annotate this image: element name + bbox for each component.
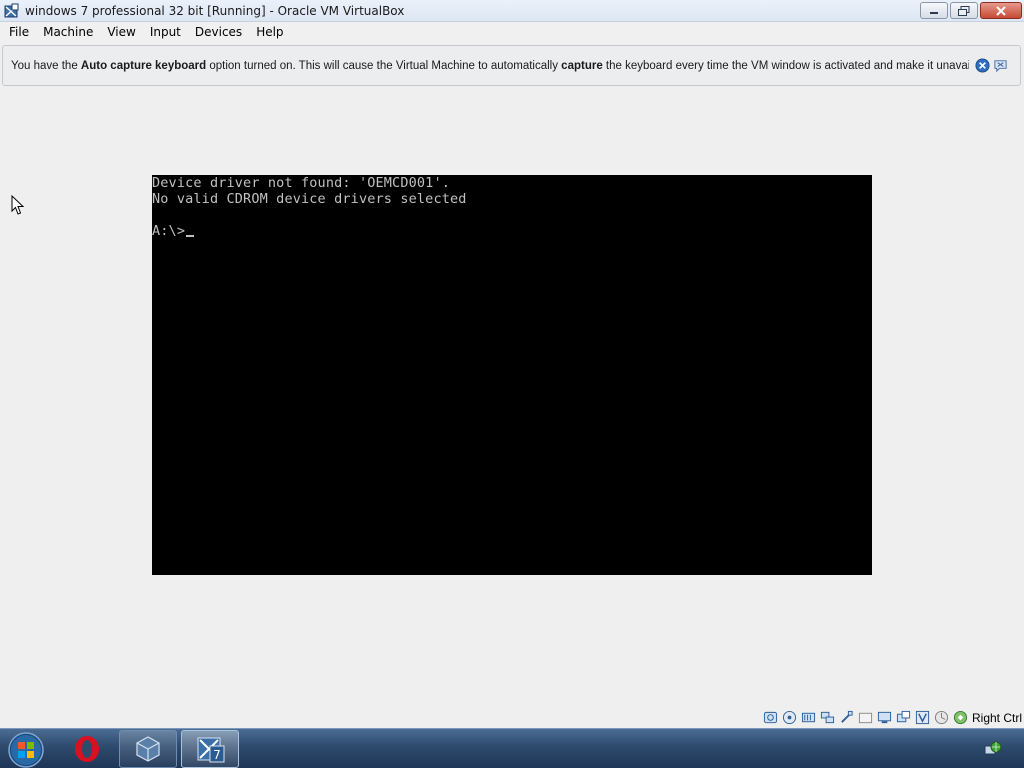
windows7-vm-icon: 7 (197, 737, 225, 763)
menu-devices[interactable]: Devices (188, 22, 249, 43)
auto-capture-notification: You have the Auto capture keyboard optio… (2, 45, 1021, 86)
console-prompt: A:\> (152, 223, 186, 239)
text-cursor (186, 235, 195, 237)
menu-bar: File Machine View Input Devices Help (0, 22, 1024, 43)
virtualbox-icon (136, 736, 160, 762)
menu-file[interactable]: File (2, 22, 36, 43)
mouse-pointer-icon (11, 195, 25, 215)
svg-text:7: 7 (213, 748, 221, 762)
vm-status-bar: Right Ctrl (0, 707, 1024, 728)
console-line: No valid CDROM device drivers selected (152, 191, 467, 207)
minimize-icon (930, 11, 938, 14)
taskbar-opera[interactable] (58, 730, 116, 768)
usb-icon[interactable] (839, 710, 854, 725)
keyboard-capture-icon[interactable] (953, 710, 968, 725)
menu-input[interactable]: Input (143, 22, 188, 43)
windows-start-orb-icon[interactable] (7, 731, 45, 768)
close-circle-icon[interactable] (975, 58, 990, 73)
console-prompt-line: A:\> (152, 223, 872, 239)
optical-drive-icon[interactable] (782, 710, 797, 725)
menu-machine[interactable]: Machine (36, 22, 100, 43)
shared-folders-icon[interactable] (858, 710, 873, 725)
menu-view[interactable]: View (100, 22, 142, 43)
virtualbox-icon[interactable] (3, 3, 19, 19)
console-line: Device driver not found: 'OEMCD001'. (152, 175, 450, 191)
audio-icon[interactable] (801, 710, 816, 725)
restore-button[interactable] (950, 2, 978, 19)
window-title: windows 7 professional 32 bit [Running] … (25, 3, 405, 18)
notification-text: You have the Auto capture keyboard optio… (11, 59, 969, 72)
title-bar: windows 7 professional 32 bit [Running] … (0, 0, 1024, 22)
virtualization-icon[interactable] (915, 710, 930, 725)
video-capture-icon[interactable] (896, 710, 911, 725)
taskbar-windows7-vm[interactable]: 7 (181, 730, 239, 768)
minimize-button[interactable] (920, 2, 948, 19)
vm-display[interactable]: Device driver not found: 'OEMCD001'. No … (152, 175, 872, 575)
mouse-integration-icon[interactable] (934, 710, 949, 725)
hard-disk-icon[interactable] (763, 710, 778, 725)
taskbar: 7 (0, 728, 1024, 768)
host-key-label[interactable]: Right Ctrl (972, 711, 1022, 725)
opera-icon (75, 736, 99, 762)
display-icon[interactable] (877, 710, 892, 725)
menu-help[interactable]: Help (249, 22, 290, 43)
close-button[interactable] (980, 2, 1022, 19)
close-icon (996, 5, 1006, 16)
network-globe-icon[interactable] (984, 740, 1002, 758)
network-icon[interactable] (820, 710, 835, 725)
restore-icon (958, 5, 970, 16)
speech-bubble-icon[interactable] (993, 58, 1008, 73)
taskbar-virtualbox[interactable] (119, 730, 177, 768)
